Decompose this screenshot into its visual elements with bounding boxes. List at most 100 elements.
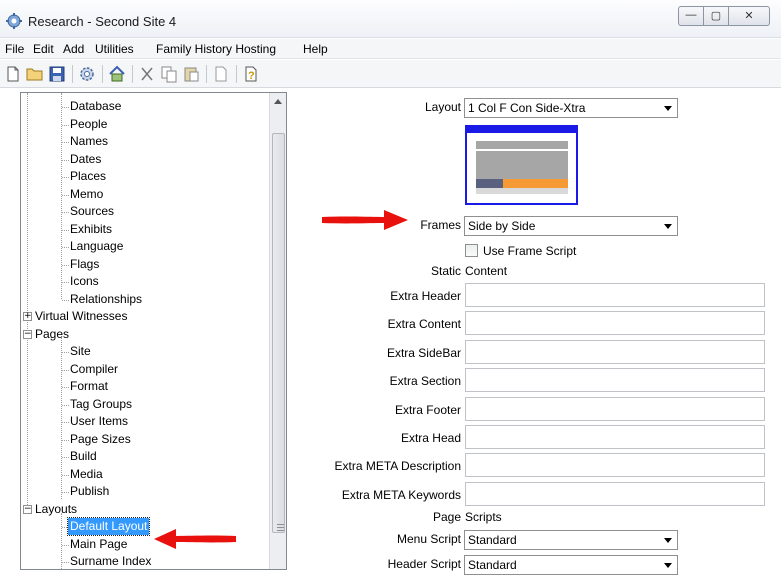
- text-input[interactable]: [465, 283, 765, 307]
- chevron-down-icon: [664, 106, 672, 111]
- tree-item[interactable]: Relationships: [21, 291, 261, 308]
- menu-file[interactable]: File: [2, 42, 27, 56]
- tree-item[interactable]: Page Sizes: [21, 431, 261, 448]
- tree-item[interactable]: Flags: [21, 256, 261, 273]
- tree-item[interactable]: People: [21, 116, 261, 133]
- text-input[interactable]: [465, 425, 765, 449]
- text-input[interactable]: [465, 368, 765, 393]
- menu-add[interactable]: Add: [60, 42, 87, 56]
- tree-item-label: Language: [70, 239, 124, 253]
- tree-branch-line: [62, 369, 69, 371]
- tree-branch-line: [62, 544, 69, 546]
- frames-value: Side by Side: [468, 219, 536, 233]
- tree-item[interactable]: Media: [21, 466, 261, 483]
- field-label: Extra Section: [389, 374, 461, 389]
- field-label: Extra Header: [390, 289, 461, 303]
- tree-item[interactable]: Build: [21, 448, 261, 465]
- text-input[interactable]: [465, 339, 765, 364]
- home-icon[interactable]: [108, 65, 126, 83]
- menu-help[interactable]: Help: [300, 42, 331, 56]
- tree-item-label: Tag Groups: [70, 396, 133, 411]
- tree-item[interactable]: Tag Groups: [21, 396, 261, 413]
- static-content-heading-left: Static: [430, 264, 461, 278]
- header-script-label: Header Script: [387, 557, 461, 571]
- expand-plus-icon[interactable]: +: [23, 312, 32, 321]
- toolbar: ?: [0, 60, 781, 88]
- toolbar-separator: [72, 65, 73, 83]
- new-file-icon[interactable]: [4, 65, 22, 83]
- tree-item-label: Memo: [70, 186, 104, 201]
- text-input[interactable]: [465, 311, 765, 336]
- menu-utilities[interactable]: Utilities: [92, 42, 137, 56]
- tree-item[interactable]: Site: [21, 343, 261, 360]
- use-frame-script-checkbox[interactable]: [465, 244, 478, 257]
- tree-item[interactable]: + Virtual Witnesses: [21, 308, 261, 325]
- layout-preview-thumbnail: [465, 125, 578, 205]
- menu-bar: File Edit Add Utilities Family History H…: [0, 39, 781, 59]
- menu-script-select[interactable]: Standard: [464, 530, 678, 550]
- maximize-button[interactable]: ▢: [703, 6, 729, 26]
- tree-item[interactable]: Exhibits: [21, 221, 261, 238]
- tree-item[interactable]: Language: [21, 238, 261, 255]
- tree-item-label: People: [70, 116, 108, 131]
- open-folder-icon[interactable]: [26, 65, 44, 83]
- frames-select[interactable]: Side by Side: [464, 216, 678, 236]
- header-script-select[interactable]: Standard: [464, 555, 678, 575]
- blank-page-icon[interactable]: [212, 65, 230, 83]
- collapse-minus-icon[interactable]: −: [23, 504, 32, 514]
- cut-icon[interactable]: [138, 65, 156, 83]
- layout-select[interactable]: 1 Col F Con Side-Xtra: [464, 98, 678, 118]
- text-input[interactable]: [465, 481, 765, 506]
- close-button[interactable]: ✕: [728, 6, 770, 26]
- settings-gear-icon[interactable]: [78, 65, 96, 83]
- tree-scrollbar[interactable]: [269, 93, 286, 569]
- tree-item-label: Format: [70, 379, 109, 393]
- window-title: Research - Second Site 4: [28, 14, 177, 29]
- tree-item[interactable]: Sources: [21, 203, 261, 220]
- collapse-minus-icon[interactable]: −: [23, 329, 32, 339]
- menu-family-history-hosting[interactable]: Family History Hosting: [153, 42, 279, 56]
- tree-item[interactable]: Publish: [21, 483, 261, 500]
- tree-branch-line: [62, 124, 69, 126]
- navigation-tree[interactable]: Database People Names Dates Places Memo Source…: [20, 92, 287, 570]
- tree-branch-line: [62, 352, 69, 353]
- minimize-icon: —: [685, 9, 697, 21]
- help-icon[interactable]: ?: [242, 65, 260, 83]
- tree-item[interactable]: − Pages: [21, 326, 261, 343]
- scroll-thumb[interactable]: [272, 133, 285, 533]
- tree-item-label: Relationships: [70, 291, 143, 306]
- tree-item[interactable]: Dates: [21, 151, 261, 168]
- save-icon[interactable]: [48, 65, 66, 83]
- minimize-button[interactable]: —: [678, 6, 704, 26]
- svg-text:?: ?: [248, 70, 255, 82]
- copy-icon[interactable]: [160, 65, 178, 83]
- tree-item[interactable]: − Layouts: [21, 501, 261, 518]
- tree-item[interactable]: User Items: [21, 413, 261, 430]
- paste-icon[interactable]: [182, 65, 200, 83]
- tree-item[interactable]: Compiler: [21, 361, 261, 378]
- tree-item-label: Layouts: [35, 501, 78, 516]
- frames-label: Frames: [420, 218, 461, 232]
- menu-script-value: Standard: [468, 533, 517, 547]
- tree-item[interactable]: Names: [21, 133, 261, 150]
- text-input[interactable]: [465, 453, 765, 478]
- chevron-down-icon: [664, 224, 672, 229]
- app-gear-icon: [6, 13, 22, 29]
- tree-branch-line: [62, 299, 69, 301]
- tree-item-label: Flags: [70, 256, 100, 271]
- tree-item[interactable]: Memo: [21, 186, 261, 203]
- tree-item[interactable]: Format: [21, 378, 261, 395]
- text-input[interactable]: [465, 396, 765, 421]
- static-content-heading-right: Content: [465, 264, 508, 278]
- tree-item[interactable]: Icons: [21, 273, 261, 290]
- tree-item[interactable]: Database: [21, 98, 261, 115]
- tree-item-label: Media: [70, 466, 103, 481]
- tree-item[interactable]: Places: [21, 168, 261, 185]
- tree-item[interactable]: Surname Index: [21, 553, 261, 569]
- scroll-grip: [277, 527, 284, 528]
- tree-branch-line: [62, 177, 69, 178]
- tree-item-label: Page Sizes: [70, 431, 131, 446]
- tree-item-label: Exhibits: [70, 221, 113, 236]
- scroll-up-arrow-icon[interactable]: [273, 97, 283, 105]
- menu-edit[interactable]: Edit: [30, 42, 57, 56]
